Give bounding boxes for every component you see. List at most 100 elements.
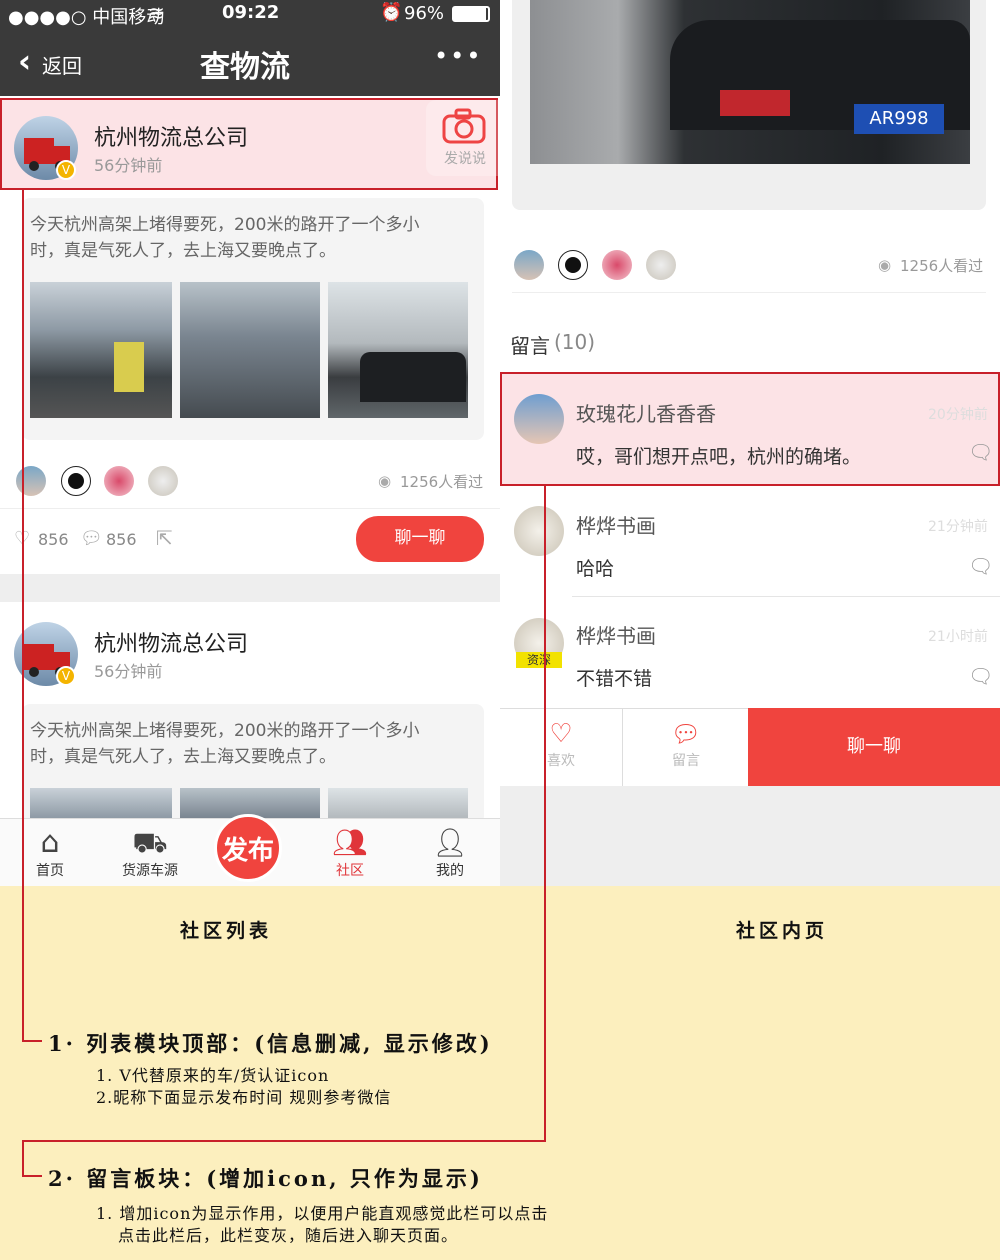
car-photo[interactable]: AR998 (530, 0, 970, 164)
liker-avatar[interactable] (514, 250, 544, 280)
post-image[interactable] (328, 788, 468, 818)
reply-icon: 🗨︎ (968, 440, 994, 464)
like-count: 856 (38, 530, 69, 549)
empty-area (500, 786, 1000, 886)
commenter-avatar[interactable] (514, 506, 564, 556)
comment-time: 21分钟前 (928, 519, 988, 535)
like-button[interactable]: ♡ 喜欢 (500, 718, 622, 770)
tab-home[interactable]: ⌂ 首页 (0, 826, 100, 880)
truck-icon: ⛟ (132, 826, 168, 859)
tab-cargo[interactable]: ⛟ 货源车源 (100, 826, 200, 880)
verified-v-icon: V (56, 160, 76, 180)
divider (622, 708, 623, 786)
verified-v-icon: V (56, 666, 76, 686)
post-image[interactable] (180, 282, 320, 418)
commenter-avatar[interactable] (514, 394, 564, 444)
note1-title: 1· 列表模块顶部：(信息删减, 显示修改) (48, 1031, 493, 1056)
post-time: 56分钟前 (94, 662, 163, 681)
clock-text: 09:22 (222, 2, 280, 23)
view-count: 1256人看过 (400, 473, 484, 491)
view-count: 1256人看过 (900, 257, 984, 275)
connector-line (544, 486, 546, 1142)
like-label: 喜欢 (547, 753, 575, 769)
more-icon[interactable]: ••• (434, 42, 482, 70)
liker-avatar[interactable] (61, 466, 91, 496)
comment-icon[interactable]: 💬︎ (80, 528, 103, 549)
liker-avatar[interactable] (646, 250, 676, 280)
note2-title: 2· 留言板块：(增加icon, 只作为显示) (48, 1166, 483, 1191)
comment-button[interactable]: 💬︎ 留言 (624, 718, 748, 770)
alarm-icon: ⏰ (380, 2, 403, 23)
chat-button[interactable]: 聊一聊 (748, 708, 1000, 786)
company-name[interactable]: 杭州物流总公司 (94, 120, 248, 152)
post-text-line1: 今天杭州高架上堵得要死，200米的路开了一个多小 (30, 721, 420, 741)
carrier-text: ●●●●○ 中国移动 (8, 7, 165, 28)
post-button-label: 发说说 (444, 151, 486, 167)
publish-button[interactable]: 发布 (214, 814, 282, 882)
reply-icon: 🗨︎ (968, 554, 994, 578)
company-name[interactable]: 杭州物流总公司 (94, 626, 248, 658)
home-icon: ⌂ (40, 825, 60, 860)
chat-button[interactable]: 聊一聊 (356, 516, 484, 562)
liker-avatar[interactable] (16, 466, 46, 496)
note2-line2: 点击此栏后，此栏变灰，随后进入聊天页面。 (118, 1226, 459, 1245)
post-button[interactable]: 发说说 (426, 100, 498, 176)
commenter-name: 玫瑰花儿香香香 (576, 402, 716, 426)
community-list-screen: ●●●●○ 中国移动 ≋ 09:22 ⏰ 96% ‹ 返回 查物流 ••• V … (0, 0, 500, 886)
tab-label: 社区 (336, 863, 364, 879)
connector-line (22, 190, 24, 1042)
comment-text: 不错不错 (576, 668, 653, 690)
comment-item[interactable]: 桦烨书画 21分钟前 哈哈 🗨︎ (500, 488, 1000, 596)
note1-line1: 1. V代替原来的车/货认证icon (96, 1066, 330, 1085)
battery-text: 96% (404, 3, 445, 24)
connector-line (22, 1175, 42, 1177)
commenter-name: 桦烨书画 (576, 514, 656, 538)
community-detail-screen: AR998 ◉ 1256人看过 留言 (10) 玫瑰花儿香香香 20分钟前 哎，… (500, 0, 1000, 886)
comment-item[interactable]: 玫瑰花儿香香香 20分钟前 哎，哥们想开点吧，杭州的确堵。 🗨︎ (500, 372, 1000, 486)
comments-header: 留言 (510, 334, 550, 358)
tab-me[interactable]: 👤︎ 我的 (400, 826, 500, 880)
tab-community[interactable]: 👥︎ 社区 (300, 826, 400, 880)
liker-avatar[interactable] (602, 250, 632, 280)
comment-item[interactable]: 资深 桦烨书画 21小时前 不错不错 🗨︎ (500, 598, 1000, 708)
comment-time: 21小时前 (928, 629, 988, 645)
connector-line (22, 1140, 24, 1176)
page-title: 查物流 (200, 50, 290, 85)
comment-text: 哈哈 (576, 558, 615, 580)
tab-label: 首页 (36, 863, 64, 879)
post-image[interactable] (328, 282, 468, 418)
share-icon[interactable]: ⇱ (156, 526, 173, 550)
post-image[interactable] (30, 788, 172, 818)
post-text-line2: 时，真是气死人了，去上海又要晚点了。 (30, 747, 336, 767)
community-icon: 👥︎ (332, 826, 368, 859)
post-time: 56分钟前 (94, 156, 163, 175)
connector-line (22, 1040, 42, 1042)
note2-line1: 1. 增加icon为显示作用，以便用户能直观感觉此栏可以点击 (96, 1204, 549, 1223)
liker-avatar[interactable] (558, 250, 588, 280)
chevron-left-icon: ‹ (18, 42, 32, 80)
right-caption: 社区内页 (736, 920, 829, 942)
comment-time: 20分钟前 (928, 407, 988, 423)
liker-avatar[interactable] (148, 466, 178, 496)
note1-line2: 2.昵称下面显示发布时间 规则参考微信 (96, 1088, 392, 1107)
post-text-line2: 时，真是气死人了，去上海又要晚点了。 (30, 241, 336, 261)
comment-count: 856 (106, 530, 137, 549)
reply-icon: 🗨︎ (968, 664, 994, 688)
eye-icon: ◉ (878, 256, 892, 274)
tab-label: 货源车源 (122, 863, 178, 879)
battery-icon (452, 6, 490, 22)
connector-line (22, 1140, 546, 1142)
senior-badge: 资深 (516, 652, 562, 668)
comment-text: 哎，哥们想开点吧，杭州的确堵。 (576, 446, 862, 468)
nav-bar: ‹ 返回 查物流 ••• (0, 28, 500, 96)
license-plate: AR998 (854, 104, 944, 134)
commenter-name: 桦烨书画 (576, 624, 656, 648)
wifi-icon: ≋ (148, 1, 165, 25)
post-image[interactable] (30, 282, 172, 418)
back-label: 返回 (42, 54, 82, 78)
status-bar: ●●●●○ 中国移动 ≋ 09:22 ⏰ 96% (0, 0, 500, 28)
comments-count: (10) (554, 330, 596, 354)
liker-avatar[interactable] (104, 466, 134, 496)
divider (512, 292, 986, 293)
left-caption: 社区列表 (180, 920, 273, 942)
